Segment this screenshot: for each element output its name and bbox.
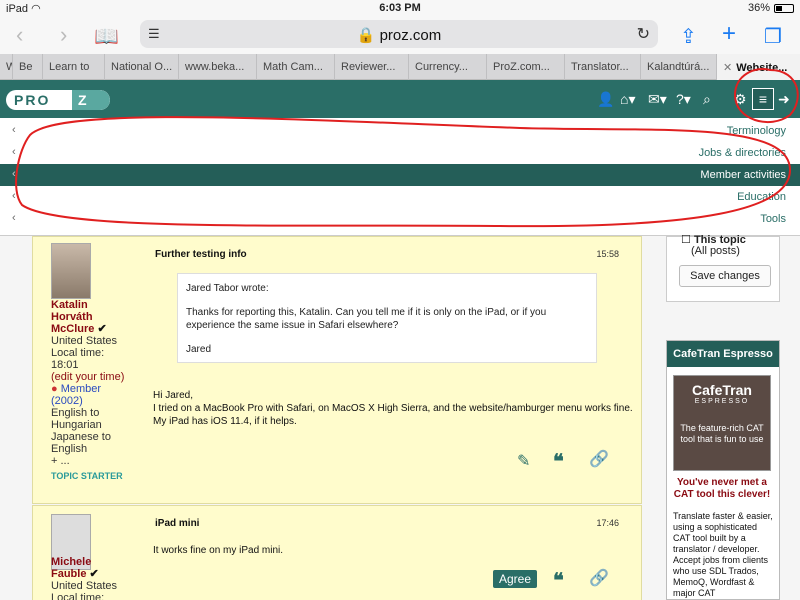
menu-item-jobs-directories[interactable]: ‹ Jobs & directories <box>0 142 800 164</box>
ad-image[interactable]: CafeTran ESPRESSO The feature-rich CAT t… <box>673 375 771 471</box>
proz-logo[interactable]: PRO Z <box>6 90 110 110</box>
quote-icon[interactable]: ❝ <box>553 449 564 474</box>
avatar[interactable] <box>51 243 91 299</box>
ad-body: Translate faster & easier, using a sophi… <box>673 511 773 598</box>
verified-icon: ✔ <box>89 568 99 580</box>
tab-strip: WBeLearn toNational O...www.beka...Math … <box>0 54 800 80</box>
share-icon[interactable]: ⇪ <box>680 24 697 49</box>
address-bar[interactable]: ☰ 🔒 proz.com ↻ <box>140 20 658 48</box>
this-topic-checkbox[interactable]: ☐ <box>681 234 691 246</box>
new-tab-icon[interactable]: + <box>722 20 736 48</box>
chevron-left-icon: ‹ <box>12 124 16 136</box>
sidebar-ad[interactable]: CafeTran Espresso CafeTran ESPRESSO The … <box>666 340 780 600</box>
author-meta: United States Local time: <box>51 580 118 600</box>
battery-percent: 36% <box>747 2 770 14</box>
logout-icon[interactable]: ➜ <box>778 91 790 108</box>
post-time: 17:46 <box>596 518 619 528</box>
verified-icon: ✔ <box>97 323 107 335</box>
help-icon[interactable]: ?▾ <box>676 91 691 108</box>
search-icon[interactable]: ⌕ <box>703 91 711 108</box>
post-body: It works fine on my iPad mini. <box>153 545 284 556</box>
menu-item-education[interactable]: ‹ Education <box>0 186 800 208</box>
back-icon[interactable]: ‹ <box>16 22 23 48</box>
forum-post: Michele Fauble ✔ United States Local tim… <box>32 505 642 600</box>
author-name[interactable]: Michele Fauble ✔ <box>51 556 99 580</box>
quote-icon[interactable]: ❝ <box>553 568 564 593</box>
chevron-left-icon: ‹ <box>12 168 16 180</box>
tabs-overview-icon[interactable]: ❐ <box>764 24 782 49</box>
browser-tab[interactable]: Currency... <box>409 54 487 80</box>
browser-tab[interactable]: ProZ.com... <box>487 54 565 80</box>
user-icon[interactable]: 👤 <box>597 91 614 108</box>
post-time: 15:58 <box>596 249 619 259</box>
browser-tab[interactable]: National O... <box>105 54 179 80</box>
ad-header: CafeTran Espresso <box>667 341 779 367</box>
browser-tab[interactable]: Learn to <box>43 54 105 80</box>
browser-tab[interactable]: Translator... <box>565 54 641 80</box>
edit-icon[interactable]: ✎ <box>517 451 530 471</box>
chevron-left-icon: ‹ <box>12 212 16 224</box>
post-title: Further testing info <box>155 249 247 260</box>
browser-tab[interactable]: Be <box>13 54 43 80</box>
topic-filter-box: ☐ This topic (All posts) Save changes <box>666 234 780 302</box>
link-icon[interactable]: 🔗 <box>589 568 609 588</box>
clock: 6:03 PM <box>379 2 421 14</box>
post-body: Hi Jared, I tried on a MacBook Pro with … <box>153 390 633 427</box>
site-header: PRO Z 👤 ⌂▾ ✉▾ ?▾ ⌕ ⚙ ➜ <box>0 80 800 118</box>
browser-tab[interactable]: www.beka... <box>179 54 257 80</box>
save-changes-button[interactable]: Save changes <box>679 265 771 287</box>
ad-tagline: You've never met a CAT tool this clever! <box>673 477 771 500</box>
forum-post: Katalin Horváth McClure ✔ United States … <box>32 236 642 504</box>
menu-item-tools[interactable]: ‹ Tools <box>0 208 800 230</box>
member-link[interactable]: Member <box>61 383 101 395</box>
chevron-left-icon: ‹ <box>12 146 16 158</box>
member-badge-icon: ● <box>51 383 58 395</box>
menu-item-member-activities[interactable]: ‹ Member activities <box>0 164 800 186</box>
nav-dropdown: ‹ Terminology ‹ Jobs & directories ‹ Member a… <box>0 118 800 236</box>
chevron-left-icon: ‹ <box>12 190 16 202</box>
agree-button[interactable]: Agree <box>493 570 538 588</box>
bookmarks-icon[interactable]: 📖 <box>94 24 119 49</box>
battery-icon <box>774 3 794 13</box>
browser-tab[interactable]: Reviewer... <box>335 54 409 80</box>
hamburger-menu-button[interactable]: ≡ <box>752 88 774 110</box>
author-meta: United States Local time: 18:01 (edit yo… <box>51 335 125 467</box>
gear-icon[interactable]: ⚙ <box>734 91 747 108</box>
author-name[interactable]: Katalin Horváth McClure ✔ <box>51 299 107 335</box>
mail-icon[interactable]: ✉▾ <box>648 91 667 108</box>
browser-tab[interactable]: Kalandtúrá... <box>641 54 717 80</box>
close-tab-icon[interactable]: ✕ <box>723 62 732 74</box>
menu-item-terminology[interactable]: ‹ Terminology <box>0 120 800 142</box>
topic-starter-label: TOPIC STARTER <box>51 471 123 481</box>
quote-box: Jared Tabor wrote: Thanks for reporting … <box>177 273 597 363</box>
browser-tab[interactable]: W <box>0 54 13 80</box>
browser-tab[interactable]: ✕ Website... <box>717 54 800 80</box>
edit-time-link[interactable]: (edit your time) <box>51 371 124 383</box>
browser-tab[interactable]: Math Cam... <box>257 54 335 80</box>
reload-icon[interactable]: ↻ <box>637 24 650 44</box>
home-icon[interactable]: ⌂▾ <box>620 91 635 108</box>
link-icon[interactable]: 🔗 <box>589 449 609 469</box>
url-text: 🔒 proz.com <box>356 27 442 44</box>
post-title: iPad mini <box>155 518 200 529</box>
safari-toolbar: ‹ › 📖 ☰ 🔒 proz.com ↻ ⇪ + ❐ <box>0 18 800 54</box>
forward-icon[interactable]: › <box>60 22 67 48</box>
ios-status-bar: iPad ◠ 6:03 PM 36% <box>0 0 800 18</box>
